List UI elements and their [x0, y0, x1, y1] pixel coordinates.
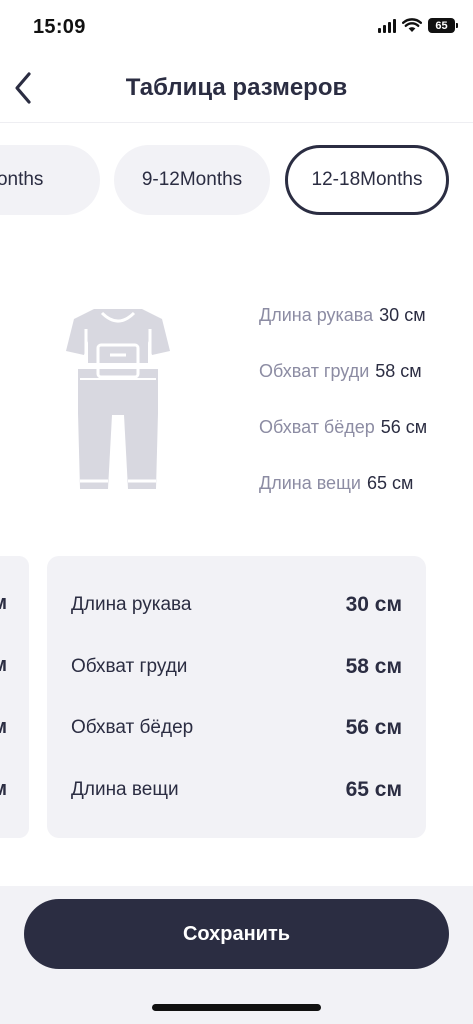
- status-icons: 65: [378, 18, 458, 33]
- home-indicator[interactable]: [152, 1004, 321, 1011]
- card-value: 30 см: [345, 593, 402, 616]
- card-label: Длина вещи: [71, 779, 179, 800]
- card-value-fragment: м: [0, 778, 7, 801]
- battery-level: 65: [435, 19, 448, 32]
- card-row-hips: Обхват бёдер 56 см: [71, 713, 402, 743]
- card-value: 56 см: [345, 716, 402, 739]
- footer: Сохранить: [0, 886, 473, 1024]
- wifi-icon: [402, 18, 422, 32]
- tab-12-18months[interactable]: 12-18Months: [285, 145, 449, 215]
- page-title: Таблица размеров: [125, 74, 348, 101]
- size-card[interactable]: Длина рукава 30 см Обхват груди 58 см Об…: [47, 556, 426, 838]
- measure-length: Длина вещи 65 см: [259, 473, 413, 494]
- battery-icon: 65: [428, 18, 458, 33]
- card-row-sleeve: Длина рукава 30 см: [71, 590, 402, 620]
- card-label: Обхват бёдер: [71, 717, 194, 738]
- size-tabs: 9Months 9-12Months 12-18Months: [0, 145, 473, 217]
- card-row-length: Длина вещи 65 см: [71, 775, 402, 805]
- measure-label: Обхват груди: [259, 361, 370, 381]
- save-button[interactable]: Сохранить: [24, 899, 449, 969]
- measure-hips: Обхват бёдер 56 см: [259, 417, 427, 438]
- card-row-chest: Обхват груди 58 см: [71, 652, 402, 682]
- status-time: 15:09: [33, 16, 86, 38]
- card-value-fragment: м: [0, 654, 7, 677]
- measure-sleeve: Длина рукава 30 см: [259, 305, 426, 326]
- status-bar: 15:09 65: [0, 0, 473, 56]
- card-label: Длина рукава: [71, 594, 192, 615]
- card-value-fragment: м: [0, 592, 7, 615]
- measure-value: 56 см: [380, 417, 428, 437]
- measure-label: Длина вещи: [259, 473, 361, 493]
- card-label: Обхват груди: [71, 656, 188, 677]
- measure-chest: Обхват груди 58 см: [259, 361, 422, 382]
- measure-value: 58 см: [375, 361, 422, 381]
- cellular-signal-icon: [378, 18, 396, 33]
- measure-value: 30 см: [379, 305, 426, 325]
- tab-9months[interactable]: 9Months: [0, 145, 100, 215]
- card-value-fragment: м: [0, 716, 7, 739]
- card-value: 58 см: [345, 655, 402, 678]
- tab-9-12months[interactable]: 9-12Months: [114, 145, 270, 215]
- overalls-icon: [66, 309, 170, 489]
- measure-label: Обхват бёдер: [259, 417, 375, 437]
- previous-size-card[interactable]: м м м м: [0, 556, 29, 838]
- header: Таблица размеров: [0, 56, 473, 123]
- measure-label: Длина рукава: [259, 305, 374, 325]
- card-value: 65 см: [345, 778, 402, 801]
- measure-value: 65 см: [366, 473, 414, 493]
